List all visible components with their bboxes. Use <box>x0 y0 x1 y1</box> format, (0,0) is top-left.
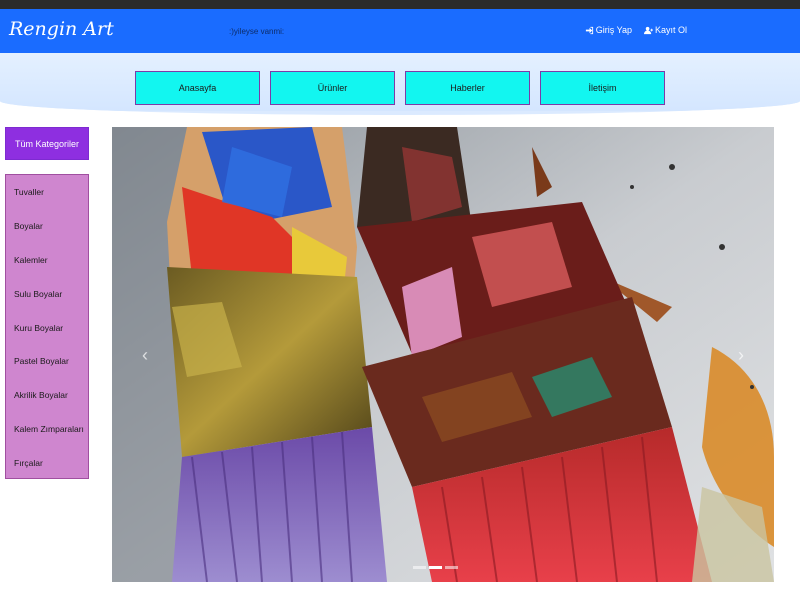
carousel-indicator[interactable] <box>429 566 442 569</box>
hero-carousel[interactable]: ‹ › <box>112 127 774 582</box>
category-item-dry-paints[interactable]: Kuru Boyalar <box>14 323 63 333</box>
brand-logo[interactable]: Rengin Art <box>9 18 114 40</box>
sign-in-icon <box>585 26 593 34</box>
menu-products-button[interactable]: Ürünler <box>270 71 395 105</box>
navbar: Rengin Art :)yileyse vanmi: Giriş Yap Ka… <box>0 9 800 53</box>
register-label: Kayıt Ol <box>654 25 687 35</box>
login-link[interactable]: Giriş Yap <box>585 25 632 35</box>
menu-home-button[interactable]: Anasayfa <box>135 71 260 105</box>
category-item-watercolors[interactable]: Sulu Boyalar <box>14 289 62 299</box>
menu-news-button[interactable]: Haberler <box>405 71 530 105</box>
register-link[interactable]: Kayıt Ol <box>643 25 687 35</box>
carousel-next-icon[interactable]: › <box>738 345 744 366</box>
browser-top-strip <box>0 0 800 9</box>
login-label: Giriş Yap <box>595 25 632 35</box>
tagline: :)yileyse vanmi: <box>229 27 285 36</box>
main-menu: Anasayfa Ürünler Haberler İletişim <box>135 71 665 105</box>
category-item-paints[interactable]: Boyalar <box>14 221 43 231</box>
category-item-sharpeners[interactable]: Kalem Zımparaları <box>14 424 84 434</box>
menu-contact-button[interactable]: İletişim <box>540 71 665 105</box>
paint-brushes-image <box>112 127 774 582</box>
category-list: Tuvaller Boyalar Kalemler Sulu Boyalar K… <box>5 174 89 479</box>
carousel-indicator[interactable] <box>413 566 426 569</box>
category-item-canvases[interactable]: Tuvaller <box>14 187 44 197</box>
carousel-indicators <box>413 566 458 569</box>
all-categories-button[interactable]: Tüm Kategoriler <box>5 127 89 160</box>
category-item-brushes[interactable]: Fırçalar <box>14 458 43 468</box>
category-item-pencils[interactable]: Kalemler <box>14 255 48 265</box>
carousel-indicator[interactable] <box>445 566 458 569</box>
user-plus-icon <box>643 26 653 34</box>
auth-links: Giriş Yap Kayıt Ol <box>585 25 687 35</box>
carousel-prev-icon[interactable]: ‹ <box>142 345 148 366</box>
category-item-acrylics[interactable]: Akrilik Boyalar <box>14 390 68 400</box>
category-item-pastels[interactable]: Pastel Boyalar <box>14 356 69 366</box>
